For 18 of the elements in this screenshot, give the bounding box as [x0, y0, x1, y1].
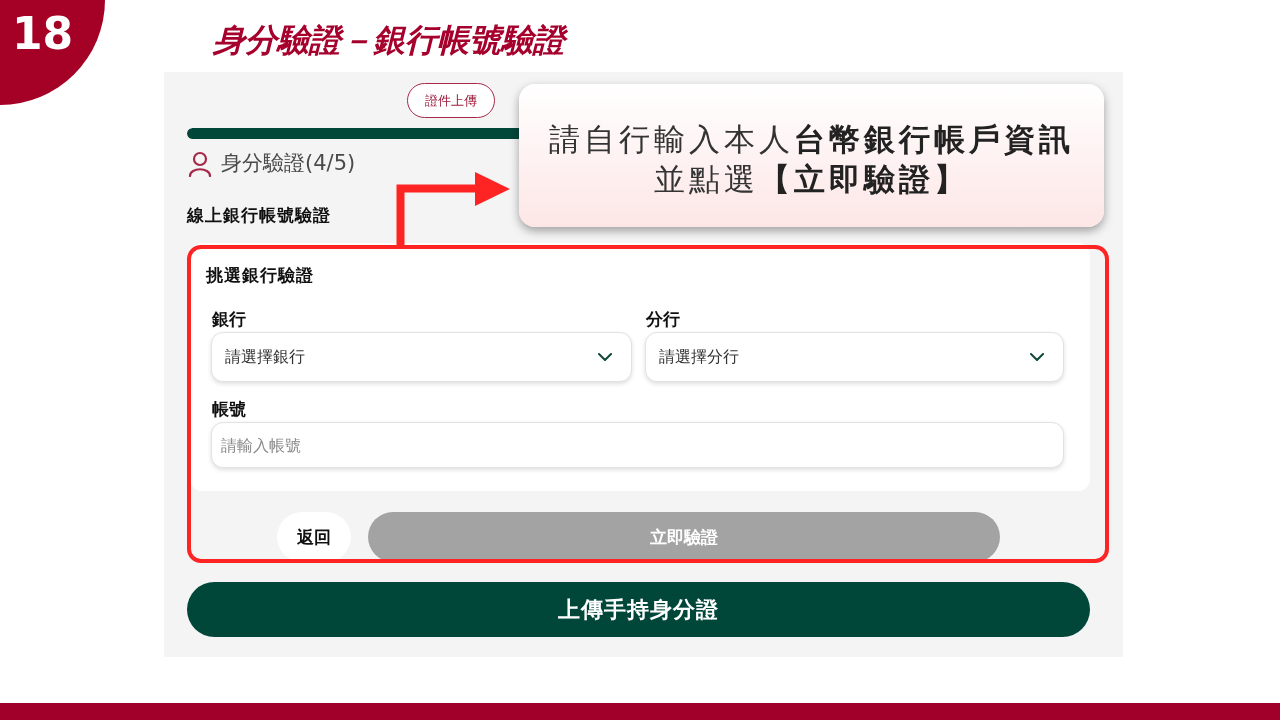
- upload-button[interactable]: 上傳手持身分證: [187, 582, 1090, 637]
- tooltip-text: 請自行輸入本人台幣銀行帳戶資訊: [549, 120, 1074, 159]
- chevron-down-icon: [1030, 353, 1044, 361]
- dropdown-select[interactable]: 請選擇銀行: [211, 332, 632, 382]
- dropdown-select[interactable]: 請選擇分行: [645, 332, 1064, 382]
- back-button[interactable]: 返回: [277, 512, 351, 562]
- card-title: 挑選銀行驗證: [206, 265, 314, 285]
- tooltip-text: 並點選【立即驗證】: [654, 160, 969, 199]
- field-label: 分行: [645, 309, 680, 329]
- field-label: 銀行: [211, 309, 246, 329]
- step-tab[interactable]: 證件上傳: [407, 83, 495, 118]
- field-label: 帳號: [211, 399, 246, 419]
- input-field[interactable]: 請輸入帳號: [211, 422, 1064, 468]
- person-icon: [188, 150, 212, 177]
- section-title: 線上銀行帳號驗證: [187, 205, 331, 225]
- step-heading: 身分驗證(4/5): [221, 150, 356, 177]
- slide-number-badge: 18: [0, 0, 105, 105]
- chevron-down-icon: [598, 353, 612, 361]
